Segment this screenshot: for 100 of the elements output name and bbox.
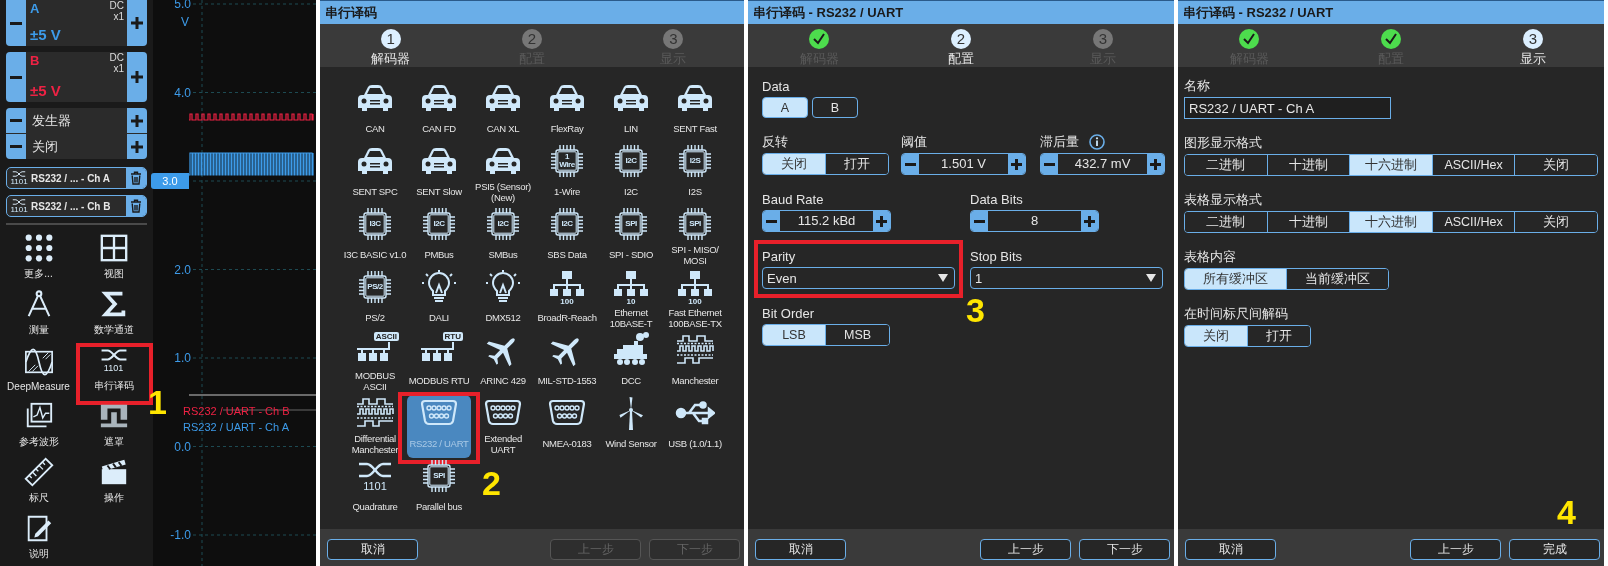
delete-button[interactable]: [126, 196, 146, 216]
segment-option[interactable]: 关闭: [1514, 155, 1597, 175]
decoder-option[interactable]: 1 Wire 1-Wire: [535, 143, 599, 206]
decoder-option[interactable]: I2C I2C: [599, 143, 663, 206]
segment-option[interactable]: 打开: [1247, 326, 1310, 346]
field-label: 反转: [762, 133, 788, 151]
decoder-option[interactable]: I2C SMBus: [471, 206, 535, 269]
segment-option[interactable]: 十六进制: [1349, 155, 1432, 175]
decoder-option[interactable]: 1101 Quadrature: [343, 458, 407, 521]
segment-option[interactable]: 当前缓冲区: [1286, 269, 1388, 289]
decoder-option[interactable]: I2S I2S: [663, 143, 727, 206]
decoder-option[interactable]: 100 Fast Ethernet 100BASE-TX: [663, 269, 727, 332]
segment-option[interactable]: 关闭: [763, 154, 825, 174]
segment-option[interactable]: 关闭: [1514, 212, 1597, 232]
segment-option[interactable]: 打开: [825, 154, 888, 174]
increase-button[interactable]: [127, 108, 147, 133]
tool-button[interactable]: 说明: [1, 509, 76, 565]
decrease-button[interactable]: [6, 52, 26, 102]
plus-icon: [131, 17, 143, 29]
name-field[interactable]: RS232 / UART - Ch A: [1184, 97, 1391, 119]
increase-button[interactable]: [127, 134, 147, 159]
dialog-button[interactable]: 上一步: [980, 539, 1071, 560]
decoder-option[interactable]: SENT Fast: [663, 80, 727, 143]
decoder-option[interactable]: Manchester: [663, 332, 727, 395]
decoder-option[interactable]: PSI5 (Sensor) (New): [471, 143, 535, 206]
decrease-button[interactable]: [971, 211, 988, 231]
decoder-option[interactable]: Differential Manchester: [343, 395, 407, 458]
tool-button[interactable]: 参考波形: [1, 397, 76, 453]
increase-button[interactable]: [1147, 154, 1164, 174]
tool-button[interactable]: 1101 串行译码: [76, 341, 151, 397]
increase-button[interactable]: [1008, 154, 1025, 174]
segment-option[interactable]: MSB: [825, 325, 890, 345]
decrease-button[interactable]: [6, 108, 26, 133]
tool-button[interactable]: 测量: [1, 285, 76, 341]
toggle-button[interactable]: B: [812, 97, 858, 118]
decoder-option[interactable]: DALI: [407, 269, 471, 332]
segment-option[interactable]: 所有缓冲区: [1185, 269, 1286, 289]
decoder-option[interactable]: I2C PMBus: [407, 206, 471, 269]
segment-option[interactable]: 十六进制: [1349, 212, 1432, 232]
increase-button[interactable]: [127, 52, 147, 102]
decoder-option[interactable]: SPI SPI - SDIO: [599, 206, 663, 269]
decoder-option[interactable]: I3C I3C BASIC v1.0: [343, 206, 407, 269]
tool-button[interactable]: DeepMeasure: [1, 341, 76, 397]
decoder-option[interactable]: CAN FD: [407, 80, 471, 143]
decrease-button[interactable]: [6, 0, 26, 46]
dialog-button[interactable]: 完成: [1509, 539, 1600, 560]
decoder-option[interactable]: 100 BroadR-Reach: [535, 269, 599, 332]
dialog-button[interactable]: 上一步: [1410, 539, 1501, 560]
decoder-option[interactable]: CAN: [343, 80, 407, 143]
decoder-chip[interactable]: 1101 RS232 / ... - Ch B: [6, 195, 147, 217]
dialog-button[interactable]: 下一步: [1079, 539, 1170, 560]
coupling-label: DC: [109, 0, 124, 11]
dialog-button[interactable]: 取消: [327, 539, 418, 560]
trace-label: RS232 / UART - Ch A: [183, 420, 289, 434]
decoder-option[interactable]: Extended UART: [471, 395, 535, 458]
decoder-option[interactable]: DCC: [599, 332, 663, 395]
decoder-option[interactable]: NMEA-0183: [535, 395, 599, 458]
decrease-button[interactable]: [763, 211, 780, 231]
decrease-button[interactable]: [902, 154, 919, 174]
increase-button[interactable]: [1081, 211, 1098, 231]
decoder-option[interactable]: USB (1.0/1.1): [663, 395, 727, 458]
dropdown[interactable]: 1: [970, 267, 1163, 289]
increase-button[interactable]: [873, 211, 890, 231]
tool-button[interactable]: 操作: [76, 453, 151, 509]
decrease-button[interactable]: [1041, 154, 1058, 174]
decoder-option[interactable]: RTU MODBUS RTU: [407, 332, 471, 395]
minus-icon: [766, 219, 777, 223]
decoder-option[interactable]: SPI SPI - MISO/ MOSI: [663, 206, 727, 269]
increase-button[interactable]: [127, 0, 147, 46]
decoder-option[interactable]: SENT Slow: [407, 143, 471, 206]
toggle-button[interactable]: A: [762, 97, 808, 118]
tool-button[interactable]: 数学通道: [76, 285, 151, 341]
decoder-option[interactable]: FlexRay: [535, 80, 599, 143]
segment-option[interactable]: 关闭: [1185, 326, 1247, 346]
step-number: 1: [148, 385, 167, 419]
decoder-option[interactable]: CAN XL: [471, 80, 535, 143]
decoder-option[interactable]: LIN: [599, 80, 663, 143]
decoder-option[interactable]: I2C SBS Data: [535, 206, 599, 269]
tool-button[interactable]: 标尺: [1, 453, 76, 509]
info-icon[interactable]: [1089, 134, 1105, 150]
decoder-chip[interactable]: 1101 RS232 / ... - Ch A: [6, 167, 147, 189]
decoder-option[interactable]: ASCII MODBUS ASCII: [343, 332, 407, 395]
decrease-button[interactable]: [6, 134, 26, 159]
dialog-button[interactable]: 取消: [1185, 539, 1276, 560]
decoder-option[interactable]: ARINC 429: [471, 332, 535, 395]
decoder-option[interactable]: PS/2 PS/2: [343, 269, 407, 332]
decoder-option[interactable]: Wind Sensor: [599, 395, 663, 458]
decoder-option[interactable]: 10 Ethernet 10BASE-T: [599, 269, 663, 332]
tool-button[interactable]: 视图: [76, 229, 151, 285]
icon-label: I2C: [624, 155, 638, 167]
decoder-option[interactable]: SPI Parallel bus: [407, 458, 471, 521]
decoder-option[interactable]: SENT SPC: [343, 143, 407, 206]
tool-button[interactable]: 遮罩: [76, 397, 151, 453]
dialog-button[interactable]: 取消: [755, 539, 846, 560]
decoder-option[interactable]: DMX512: [471, 269, 535, 332]
segment-option[interactable]: LSB: [763, 325, 825, 345]
decoder-option[interactable]: MIL-STD-1553: [535, 332, 599, 395]
tool-button[interactable]: 更多...: [1, 229, 76, 285]
dropdown[interactable]: Even: [762, 267, 955, 289]
delete-button[interactable]: [126, 168, 146, 188]
